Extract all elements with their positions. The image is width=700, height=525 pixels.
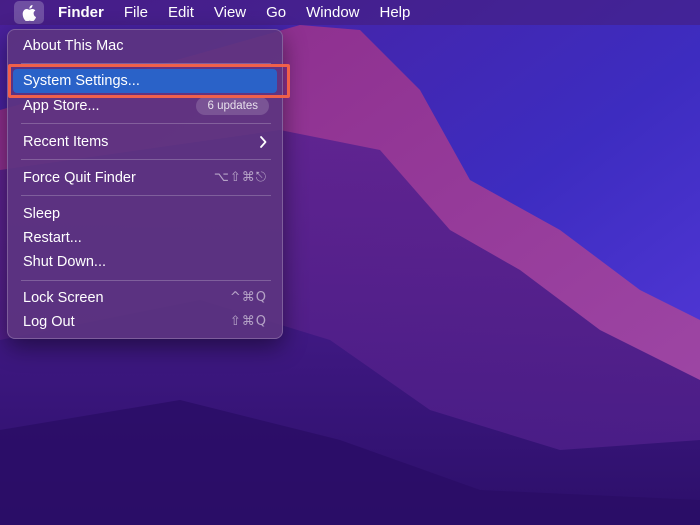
menubar-go[interactable]: Go	[256, 0, 296, 25]
apple-logo-icon	[22, 4, 36, 21]
menu-item-label: Sleep	[23, 206, 61, 222]
menu-separator	[21, 159, 271, 160]
menu-separator	[21, 123, 271, 124]
updates-badge: 6 updates	[196, 97, 269, 115]
menu-item-sleep[interactable]: Sleep	[13, 202, 277, 226]
menubar-window[interactable]: Window	[296, 0, 369, 25]
menu-item-shut-down[interactable]: Shut Down...	[13, 250, 277, 274]
menubar-file[interactable]: File	[114, 0, 158, 25]
menu-item-force-quit[interactable]: Force Quit Finder ⌥⇧⌘⎋	[13, 166, 277, 190]
menu-item-label: Log Out	[23, 314, 75, 330]
menu-item-lock-screen[interactable]: Lock Screen ^⌘Q	[13, 286, 277, 310]
menu-item-recent-items[interactable]: Recent Items	[13, 130, 277, 154]
chevron-right-icon	[260, 136, 267, 148]
menu-separator	[21, 280, 271, 281]
menu-item-label: Recent Items	[23, 134, 109, 150]
keyboard-shortcut: ⌥⇧⌘⎋	[213, 170, 267, 185]
menu-item-log-out[interactable]: Log Out ⇧⌘Q	[13, 310, 277, 334]
menubar-finder[interactable]: Finder	[48, 0, 114, 25]
menu-item-label: Restart...	[23, 230, 82, 246]
menubar-help[interactable]: Help	[370, 0, 421, 25]
menu-item-label: Shut Down...	[23, 254, 107, 270]
apple-menu-button[interactable]	[14, 1, 44, 24]
menu-item-restart[interactable]: Restart...	[13, 226, 277, 250]
annotation-highlight-box	[8, 64, 290, 98]
menubar-view[interactable]: View	[204, 0, 256, 25]
menu-bar: Finder File Edit View Go Window Help	[0, 0, 700, 25]
menu-separator	[21, 195, 271, 196]
menubar-edit[interactable]: Edit	[158, 0, 204, 25]
keyboard-shortcut: ^⌘Q	[229, 290, 267, 305]
menu-item-about-this-mac[interactable]: About This Mac	[13, 34, 277, 58]
keyboard-shortcut: ⇧⌘Q	[229, 314, 267, 329]
menu-item-label: Lock Screen	[23, 290, 104, 306]
menu-item-label: Force Quit Finder	[23, 170, 136, 186]
menu-item-label: About This Mac	[23, 38, 124, 54]
